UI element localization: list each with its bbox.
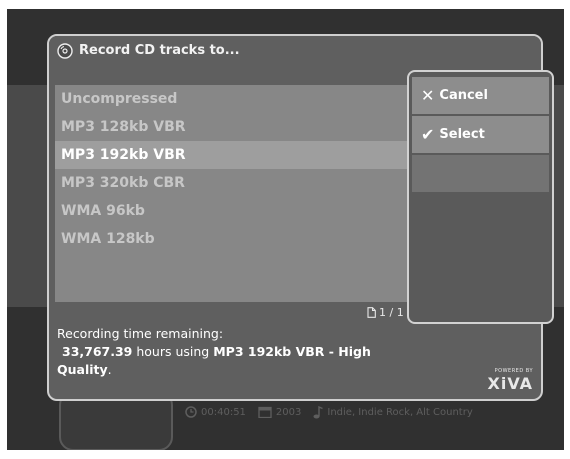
year-text: 2003 — [275, 406, 302, 418]
music-note-icon — [313, 405, 324, 418]
recording-info: Recording time remaining: 33,767.39 hour… — [57, 325, 417, 379]
list-item[interactable]: MP3 320kb CBR — [55, 169, 441, 197]
info-panel: 1 / 1 Recording time remaining: 33,767.3… — [55, 301, 415, 397]
background-genre: Indie, Indie Rock, Alt Country — [313, 405, 473, 419]
cancel-label: Cancel — [439, 88, 488, 103]
duration-text: 00:40:51 — [201, 406, 246, 418]
menu-empty-slot — [412, 155, 549, 192]
recording-quality: Quality. — [57, 361, 417, 379]
recording-time-value: 33,767.39 hours using MP3 192kb VBR - Hi… — [57, 343, 417, 361]
genre-text: Indie, Indie Rock, Alt Country — [327, 406, 473, 418]
xiva-logo: POWERED BY XiVA — [488, 368, 534, 393]
quality-text: Quality — [57, 362, 108, 377]
clock-icon — [185, 406, 197, 418]
tv-screen: 00:40:51 2003 Indie, Indie Rock, Alt Cou… — [7, 9, 564, 450]
list-item[interactable]: MP3 128kb VBR — [55, 113, 441, 141]
checkmark-icon: ✔ — [421, 124, 435, 144]
brand-name: XiVA — [487, 374, 533, 393]
list-item[interactable]: WMA 96kb — [55, 197, 441, 225]
calendar-icon — [258, 406, 272, 418]
action-menu: ✕ Cancel ✔ Select — [407, 70, 554, 324]
format-name: MP3 192kb VBR - High — [213, 344, 371, 359]
list-item[interactable]: WMA 128kb — [55, 225, 441, 253]
cancel-button[interactable]: ✕ Cancel — [412, 77, 549, 114]
period-text: . — [107, 362, 112, 377]
format-list: Uncompressed MP3 128kb VBR MP3 192kb VBR… — [55, 85, 441, 302]
select-label: Select — [439, 127, 485, 142]
recording-time-label: Recording time remaining: — [57, 326, 224, 341]
page-count: 1 / 1 — [379, 306, 404, 319]
background-duration: 00:40:51 — [185, 406, 246, 418]
background-year: 2003 — [258, 406, 301, 418]
list-item[interactable]: Uncompressed — [55, 85, 441, 113]
hours-value: 33,767.39 — [62, 344, 133, 359]
page-icon — [367, 307, 376, 318]
cd-icon — [57, 42, 73, 59]
background-track-info: 00:40:51 2003 Indie, Indie Rock, Alt Cou… — [185, 402, 473, 422]
select-button[interactable]: ✔ Select — [412, 116, 549, 153]
list-item-selected[interactable]: MP3 192kb VBR — [55, 141, 441, 169]
page-indicator: 1 / 1 — [367, 306, 404, 319]
hours-text: hours using — [132, 344, 214, 359]
x-icon: ✕ — [421, 85, 435, 105]
dialog-header: Record CD tracks to... — [49, 36, 541, 65]
dialog-title: Record CD tracks to... — [79, 43, 240, 58]
